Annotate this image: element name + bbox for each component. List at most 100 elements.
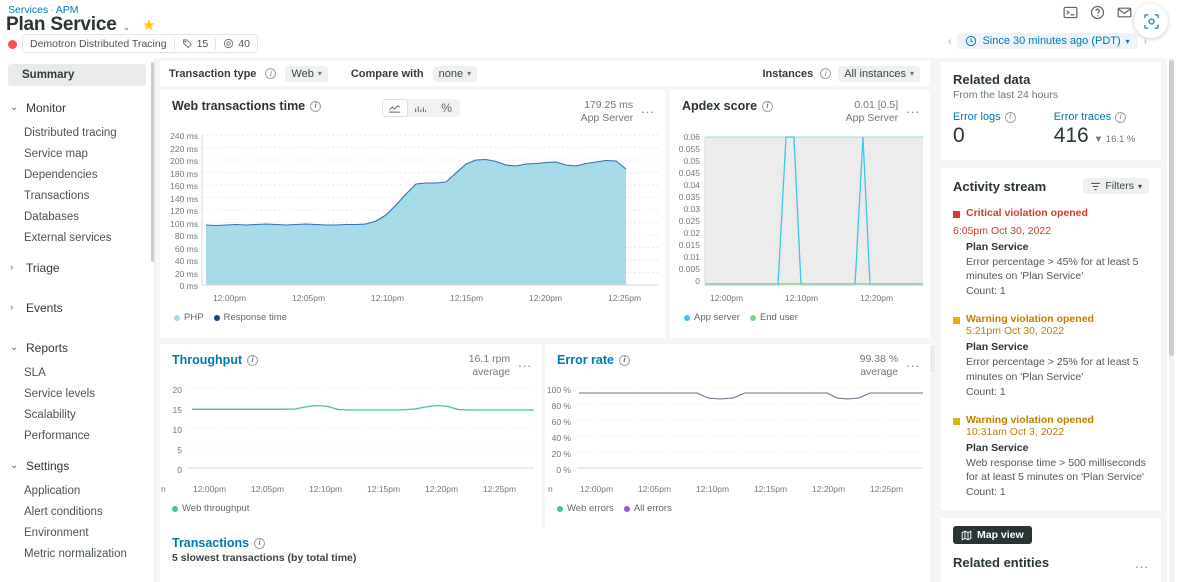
time-picker[interactable]: ‹ Since 30 minutes ago (PDT) ▾ › <box>945 33 1150 49</box>
activity-item[interactable]: Warning violation opened 5:21pm Oct 30, … <box>953 313 1149 397</box>
sidebar-item-dependencies[interactable]: Dependencies <box>0 164 154 185</box>
activity-item[interactable]: Critical violation opened 6:05pm Oct 30,… <box>953 207 1149 297</box>
map-view-button[interactable]: Map view <box>953 526 1032 544</box>
transactions-title[interactable]: Transactions i <box>172 536 265 550</box>
sidebar-group-monitor[interactable]: ⌄ Monitor <box>0 94 154 122</box>
legend-item-all-errors[interactable]: All errors <box>624 503 672 514</box>
favorite-star-icon[interactable]: ★ <box>142 16 155 34</box>
instances-info-icon[interactable]: i <box>820 68 831 79</box>
throughput-title[interactable]: Throughput i <box>172 353 258 367</box>
sidebar-scrollbar[interactable] <box>151 62 154 262</box>
sidebar-group-reports[interactable]: ⌄ Reports <box>0 328 154 362</box>
related-data-subtitle: From the last 24 hours <box>953 89 1149 101</box>
sidebar-group-settings[interactable]: ⌄ Settings <box>0 446 154 480</box>
terminal-icon[interactable] <box>1062 4 1079 21</box>
instances-value: All instances <box>844 68 906 80</box>
legend-item-web-errors[interactable]: Web errors <box>557 503 614 514</box>
sidebar-item-performance[interactable]: Performance <box>0 425 154 446</box>
related-entities-kebab-menu[interactable]: ... <box>1135 556 1149 571</box>
error-traces-delta: ▼ 16.1 % <box>1094 134 1136 145</box>
account-chip[interactable]: Demotron Distributed Tracing <box>23 35 174 52</box>
sidebar-item-application[interactable]: Application <box>0 480 154 501</box>
sidebar-item-summary[interactable]: Summary <box>8 64 146 86</box>
error-traces-info-icon[interactable]: i <box>1115 112 1126 123</box>
chevron-down-icon-3: ⌄ <box>10 461 19 471</box>
chevron-right-icon: › <box>10 263 19 273</box>
activity-kind: Critical violation opened <box>966 207 1088 219</box>
chevron-down-icon-2: ⌄ <box>10 343 19 353</box>
transaction-type-select[interactable]: Web ▾ <box>285 66 327 82</box>
activity-description: Error percentage > 25% for at least 5 mi… <box>966 355 1149 383</box>
error-traces-label: Error traces <box>1054 111 1111 123</box>
chart-type-toggle[interactable]: % <box>382 99 460 117</box>
web-transactions-metric-label: App Server <box>581 112 634 125</box>
activity-description: Error percentage > 45% for at least 5 mi… <box>966 255 1149 283</box>
page-scrollbar-thumb[interactable] <box>1169 60 1174 356</box>
throughput-kebab-menu[interactable]: ... <box>518 355 532 370</box>
sidebar-group-events[interactable]: › Events <box>0 288 154 328</box>
delta-down-icon: ▼ <box>1094 134 1103 145</box>
legend-item-end-user[interactable]: End user <box>750 312 798 323</box>
sidebar-item-databases[interactable]: Databases <box>0 206 154 227</box>
legend-label-end-user: End user <box>760 312 798 323</box>
legend-item-app-server[interactable]: App server <box>684 312 740 323</box>
legend-item-response-time[interactable]: Response time <box>214 312 287 323</box>
web-transactions-chart[interactable] <box>160 128 665 308</box>
sidebar-item-transactions[interactable]: Transactions <box>0 185 154 206</box>
time-prev-button[interactable]: ‹ <box>945 36 954 47</box>
entity-count: 40 <box>238 38 250 50</box>
error-traces-metric[interactable]: Error traces i 416 ▼ 16.1 % <box>1054 111 1136 148</box>
legend-dot-app-server <box>684 315 690 321</box>
sidebar-item-distributed-tracing[interactable]: Distributed tracing <box>0 122 154 143</box>
web-transactions-kebab-menu[interactable]: ... <box>641 101 655 116</box>
legend-dot-response-time <box>214 315 220 321</box>
related-entities-title: Related entities <box>953 555 1049 570</box>
activity-item-header: Critical violation opened 6:05pm Oct 30,… <box>953 207 1149 237</box>
error-rate-info-icon[interactable]: i <box>619 355 630 366</box>
sidebar-group-label-monitor: Monitor <box>26 101 66 115</box>
sidebar-item-service-map[interactable]: Service map <box>0 143 154 164</box>
error-logs-metric[interactable]: Error logs i 0 <box>953 111 1016 148</box>
transactions-title-text: Transactions <box>172 536 249 550</box>
sidebar-item-scalability[interactable]: Scalability <box>0 404 154 425</box>
web-transactions-info-icon[interactable]: i <box>310 101 321 112</box>
legend-item-php[interactable]: PHP <box>174 312 204 323</box>
error-rate-title[interactable]: Error rate i <box>557 353 630 367</box>
apdex-chart[interactable] <box>670 128 930 308</box>
error-rate-legend: Web errors All errors <box>557 503 672 514</box>
error-logs-info-icon[interactable]: i <box>1005 112 1016 123</box>
title-dropdown-caret-icon[interactable]: ⌄ <box>123 22 131 33</box>
instances-select[interactable]: All instances ▾ <box>838 66 920 82</box>
mail-icon[interactable] <box>1116 4 1133 21</box>
sidebar-group-triage[interactable]: › Triage <box>0 248 154 288</box>
time-range-button[interactable]: Since 30 minutes ago (PDT) ▾ <box>957 33 1137 49</box>
sidebar-item-alert-conditions[interactable]: Alert conditions <box>0 501 154 522</box>
sidebar-group-label-reports: Reports <box>26 341 68 355</box>
sidebar-item-external-services[interactable]: External services <box>0 227 154 248</box>
transactions-info-icon[interactable]: i <box>254 538 265 549</box>
time-next-button[interactable]: › <box>1141 36 1150 47</box>
apdex-metric-value: 0.01 [0.5] <box>846 99 899 112</box>
sidebar-item-service-levels[interactable]: Service levels <box>0 383 154 404</box>
bar-chart-icon[interactable] <box>408 99 434 117</box>
error-rate-kebab-menu[interactable]: ... <box>906 355 920 370</box>
compare-with-select[interactable]: none ▾ <box>433 66 478 82</box>
apdex-kebab-menu[interactable]: ... <box>906 101 920 116</box>
transaction-type-info-icon[interactable]: i <box>265 68 276 79</box>
sidebar-item-sla[interactable]: SLA <box>0 362 154 383</box>
activity-item[interactable]: Warning violation opened 10:31am Oct 3, … <box>953 414 1149 498</box>
throughput-info-icon[interactable]: i <box>247 355 258 366</box>
entities-chip[interactable]: 40 <box>216 35 257 52</box>
sidebar-item-metric-normalization[interactable]: Metric normalization <box>0 543 154 564</box>
entity-chip-group[interactable]: Demotron Distributed Tracing 15 40 <box>22 34 258 53</box>
filters-button[interactable]: Filters ▾ <box>1083 178 1149 194</box>
percent-icon[interactable]: % <box>434 99 460 117</box>
time-range-label: Since 30 minutes ago (PDT) <box>982 35 1120 47</box>
apdex-info-icon[interactable]: i <box>762 101 773 112</box>
tags-chip[interactable]: 15 <box>175 35 216 52</box>
area-chart-icon[interactable] <box>382 99 408 117</box>
filters-chevron-down-icon: ▾ <box>1138 182 1142 191</box>
legend-item-web-throughput[interactable]: Web throughput <box>172 503 249 514</box>
help-icon[interactable] <box>1089 4 1106 21</box>
sidebar-item-environment[interactable]: Environment <box>0 522 154 543</box>
